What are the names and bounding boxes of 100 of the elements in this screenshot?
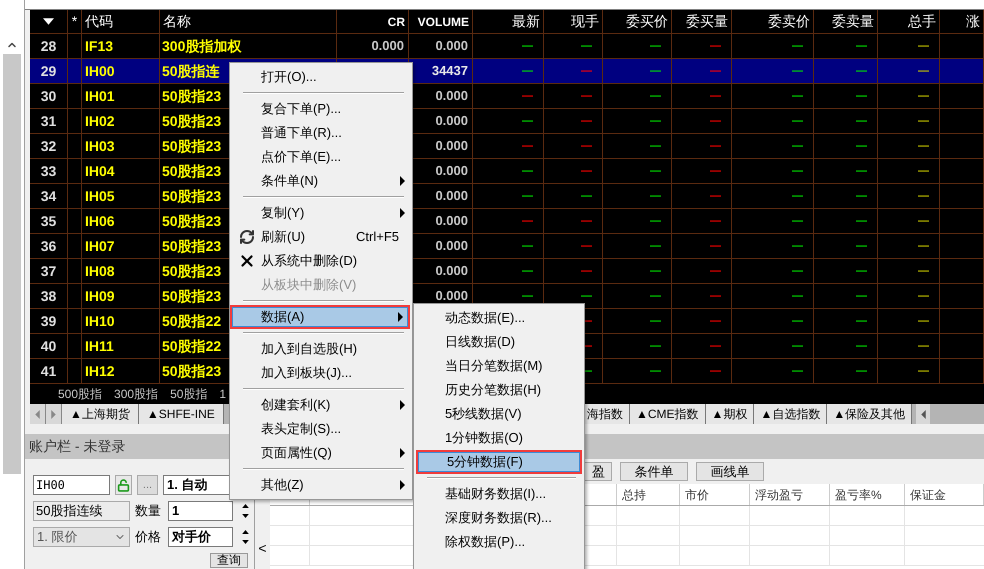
dash-value: — <box>650 114 661 129</box>
menu-item[interactable]: 数据(A) <box>232 307 408 327</box>
dash-value: — <box>710 188 721 204</box>
dash-value: — <box>856 264 867 279</box>
scroll-left-button[interactable] <box>916 404 930 424</box>
menu-item[interactable]: 5分钟数据(F) <box>418 452 580 472</box>
submenu-arrow-icon <box>400 176 405 186</box>
quantity-field[interactable]: 1 <box>168 501 233 521</box>
dash-value: — <box>650 88 661 104</box>
quantity-label: 数量 <box>135 502 162 520</box>
sheet-tab[interactable]: ▲SHFE-INE <box>138 404 224 424</box>
dash-value: — <box>918 88 929 104</box>
dash-value: — <box>856 64 867 79</box>
dash-value: — <box>522 114 533 129</box>
dash-value: — <box>856 364 867 379</box>
dash-value: — <box>522 188 533 204</box>
dash-value: — <box>710 164 721 179</box>
dash-value: — <box>522 64 533 79</box>
order-type-button[interactable]: 画线单 <box>696 462 764 481</box>
right-arrow-icon <box>51 410 56 418</box>
sheet-tab[interactable]: ▲自选指数 <box>754 404 828 424</box>
sheet-tab[interactable]: ▲期权 <box>706 404 754 424</box>
column-header[interactable]: 盈亏率% <box>830 484 905 505</box>
dash-value: — <box>522 138 533 154</box>
menu-item[interactable]: 除权数据(P)... <box>416 530 582 554</box>
code-field[interactable]: IH00 <box>33 475 110 495</box>
query-button[interactable]: 查询 <box>210 553 248 568</box>
submenu-arrow-icon <box>400 480 405 490</box>
dash-value: — <box>650 314 661 329</box>
column-header[interactable]: 市价 <box>680 484 750 505</box>
table-row[interactable]: 28 IF13 300股指加权 0.000 0.000 — — — — — — — <box>30 34 984 59</box>
down-arrow-icon <box>242 540 249 544</box>
board-tab[interactable]: 50股指 <box>170 385 208 403</box>
sheet-tab[interactable]: ▲保险及其他 <box>827 404 912 424</box>
dash-value: — <box>710 314 721 329</box>
dash-value: — <box>581 38 592 54</box>
dash-value: — <box>918 164 929 179</box>
dash-value: — <box>918 288 929 304</box>
dash-value: — <box>710 338 721 354</box>
lock-button[interactable] <box>115 475 132 495</box>
dash-value: — <box>918 138 929 154</box>
menu-item[interactable]: 基础财务数据(I)... <box>416 482 582 506</box>
dash-value: — <box>650 364 661 379</box>
dash-value: — <box>918 114 929 129</box>
dash-value: — <box>650 214 661 229</box>
dash-value: — <box>650 288 661 304</box>
down-arrow-icon <box>242 514 249 518</box>
dash-value: — <box>581 64 592 79</box>
price-type-select[interactable]: 1. 限价 <box>33 527 130 547</box>
menu-item[interactable]: 历史分笔数据(H) <box>416 378 582 402</box>
dash-value: — <box>710 364 721 379</box>
scrollbar[interactable] <box>3 54 21 474</box>
dash-value: — <box>792 138 803 154</box>
menu-item[interactable]: 创建套利(K) <box>232 393 410 417</box>
dash-value: — <box>918 214 929 229</box>
dash-value: — <box>650 138 661 154</box>
menu-item[interactable]: 动态数据(E)... <box>416 306 582 330</box>
dash-value: — <box>792 288 803 304</box>
dash-value: — <box>650 264 661 279</box>
dash-value: — <box>581 214 592 229</box>
dash-value: — <box>856 114 867 129</box>
dash-value: — <box>792 364 803 379</box>
refresh-icon <box>239 229 255 245</box>
board-tab[interactable]: 500股指 <box>58 385 102 403</box>
column-header[interactable]: 浮动盈亏 <box>750 484 830 505</box>
submenu-arrow-icon <box>398 312 403 322</box>
dash-value: — <box>581 238 592 254</box>
order-type-button[interactable]: 条件单 <box>620 462 688 481</box>
dash-value: — <box>918 64 929 79</box>
table-cell: IH12 <box>82 359 160 384</box>
dash-value: — <box>650 238 661 254</box>
dash-value: — <box>856 288 867 304</box>
submenu-arrow-icon <box>400 400 405 410</box>
dash-value: — <box>792 264 803 279</box>
menu-item[interactable]: 5秒线数据(V) <box>416 402 582 426</box>
dash-value: — <box>792 164 803 179</box>
dash-value: — <box>581 188 592 204</box>
dash-value: — <box>918 364 929 379</box>
menu-item[interactable]: 深度财务数据(R)... <box>416 506 582 530</box>
column-header[interactable]: 总持 <box>617 484 680 505</box>
board-tab[interactable]: 300股指 <box>114 385 158 403</box>
dash-value: — <box>918 238 929 254</box>
menu-item[interactable]: 当日分笔数据(M) <box>416 354 582 378</box>
dash-value: — <box>856 38 867 54</box>
price-field[interactable]: 对手价 <box>168 527 233 547</box>
dash-value: — <box>522 38 533 54</box>
dash-value: — <box>581 164 592 179</box>
sheet-tab[interactable]: ▲上海期货 <box>62 404 139 424</box>
sheet-tab[interactable]: 海指数 <box>585 404 630 424</box>
dash-value: — <box>650 38 661 54</box>
board-tab[interactable]: 1 <box>219 385 226 403</box>
dash-value: — <box>581 114 592 129</box>
dash-value: — <box>792 214 803 229</box>
dash-value: — <box>581 138 592 154</box>
column-header[interactable]: 保证金 <box>905 484 984 505</box>
dash-value: — <box>918 188 929 204</box>
dash-value: — <box>792 314 803 329</box>
dash-value: — <box>710 64 721 79</box>
dash-value: — <box>792 64 803 79</box>
sheet-tab[interactable]: ▲CME指数 <box>630 404 706 424</box>
